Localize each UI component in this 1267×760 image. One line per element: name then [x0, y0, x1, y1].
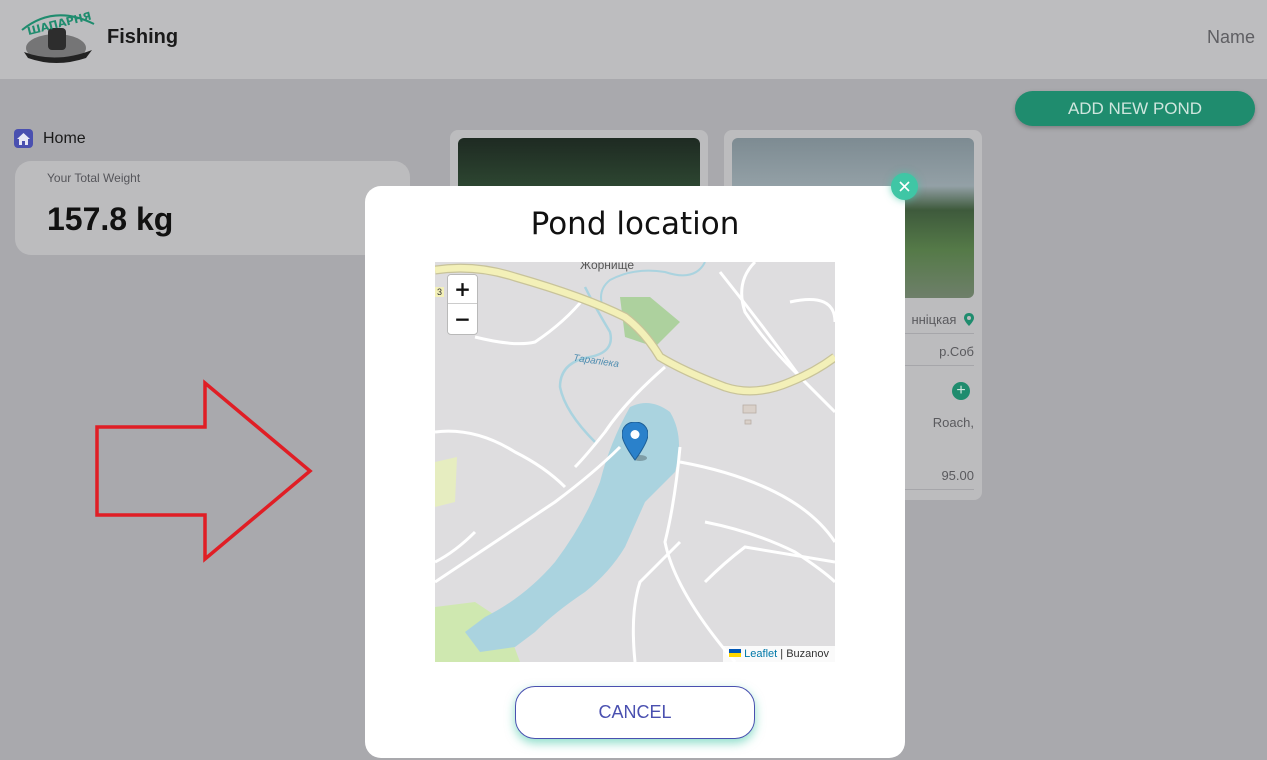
pond-location-modal: Pond location Жорнище Тарапіека 3 + − Le…: [365, 186, 905, 758]
ukraine-flag-icon: [729, 649, 742, 657]
pond-river: р.Соб: [939, 344, 974, 359]
logo[interactable]: ШАПАРНЯ: [14, 8, 98, 68]
map-main-road: [435, 264, 835, 395]
map-zoom-control: + −: [447, 274, 478, 335]
map-attribution: Leaflet | Buzanov: [723, 646, 835, 662]
map-field-area: [435, 457, 457, 507]
home-icon: [14, 129, 33, 148]
pond-location: нніцкая: [911, 312, 957, 327]
map-marker-icon[interactable]: [622, 422, 648, 462]
total-weight-value: 157.8 kg: [47, 201, 174, 237]
map-tiles: [435, 262, 835, 662]
app-header: ШАПАРНЯ Fishing Name: [0, 0, 1267, 79]
map-town-label: Жорнище: [580, 262, 635, 272]
total-weight-label: Your Total Weight: [47, 171, 141, 185]
map-building: [744, 419, 752, 425]
plus-icon[interactable]: +: [952, 382, 970, 400]
user-name[interactable]: Name: [1207, 27, 1255, 48]
map-road-number: 3: [435, 287, 445, 297]
zoom-in-button[interactable]: +: [448, 275, 477, 304]
total-weight-card: Your Total Weight 157.8 kg: [15, 161, 410, 255]
pond-price: 95.00: [941, 468, 974, 483]
cancel-button[interactable]: CANCEL: [515, 686, 755, 739]
close-icon: [899, 181, 910, 192]
map-building: [742, 404, 757, 414]
map-pin-icon: [964, 313, 974, 326]
app-title: Fishing: [107, 26, 179, 48]
map-view[interactable]: Жорнище Тарапіека 3 + − Leaflet | Buzano…: [435, 262, 835, 662]
modal-title: Pond location: [530, 206, 740, 242]
attribution-separator: |: [777, 648, 787, 660]
modal-close-button[interactable]: [891, 173, 918, 200]
breadcrumb-home[interactable]: Home: [14, 129, 86, 148]
add-new-pond-button[interactable]: ADD NEW POND: [1015, 91, 1255, 126]
leaflet-link[interactable]: Leaflet: [744, 648, 777, 660]
pond-fish: Roach,: [932, 415, 974, 430]
home-label: Home: [43, 129, 86, 147]
zoom-out-button[interactable]: −: [448, 304, 477, 333]
attribution-author: Buzanov: [786, 648, 829, 660]
red-arrow-annotation: [95, 379, 313, 563]
